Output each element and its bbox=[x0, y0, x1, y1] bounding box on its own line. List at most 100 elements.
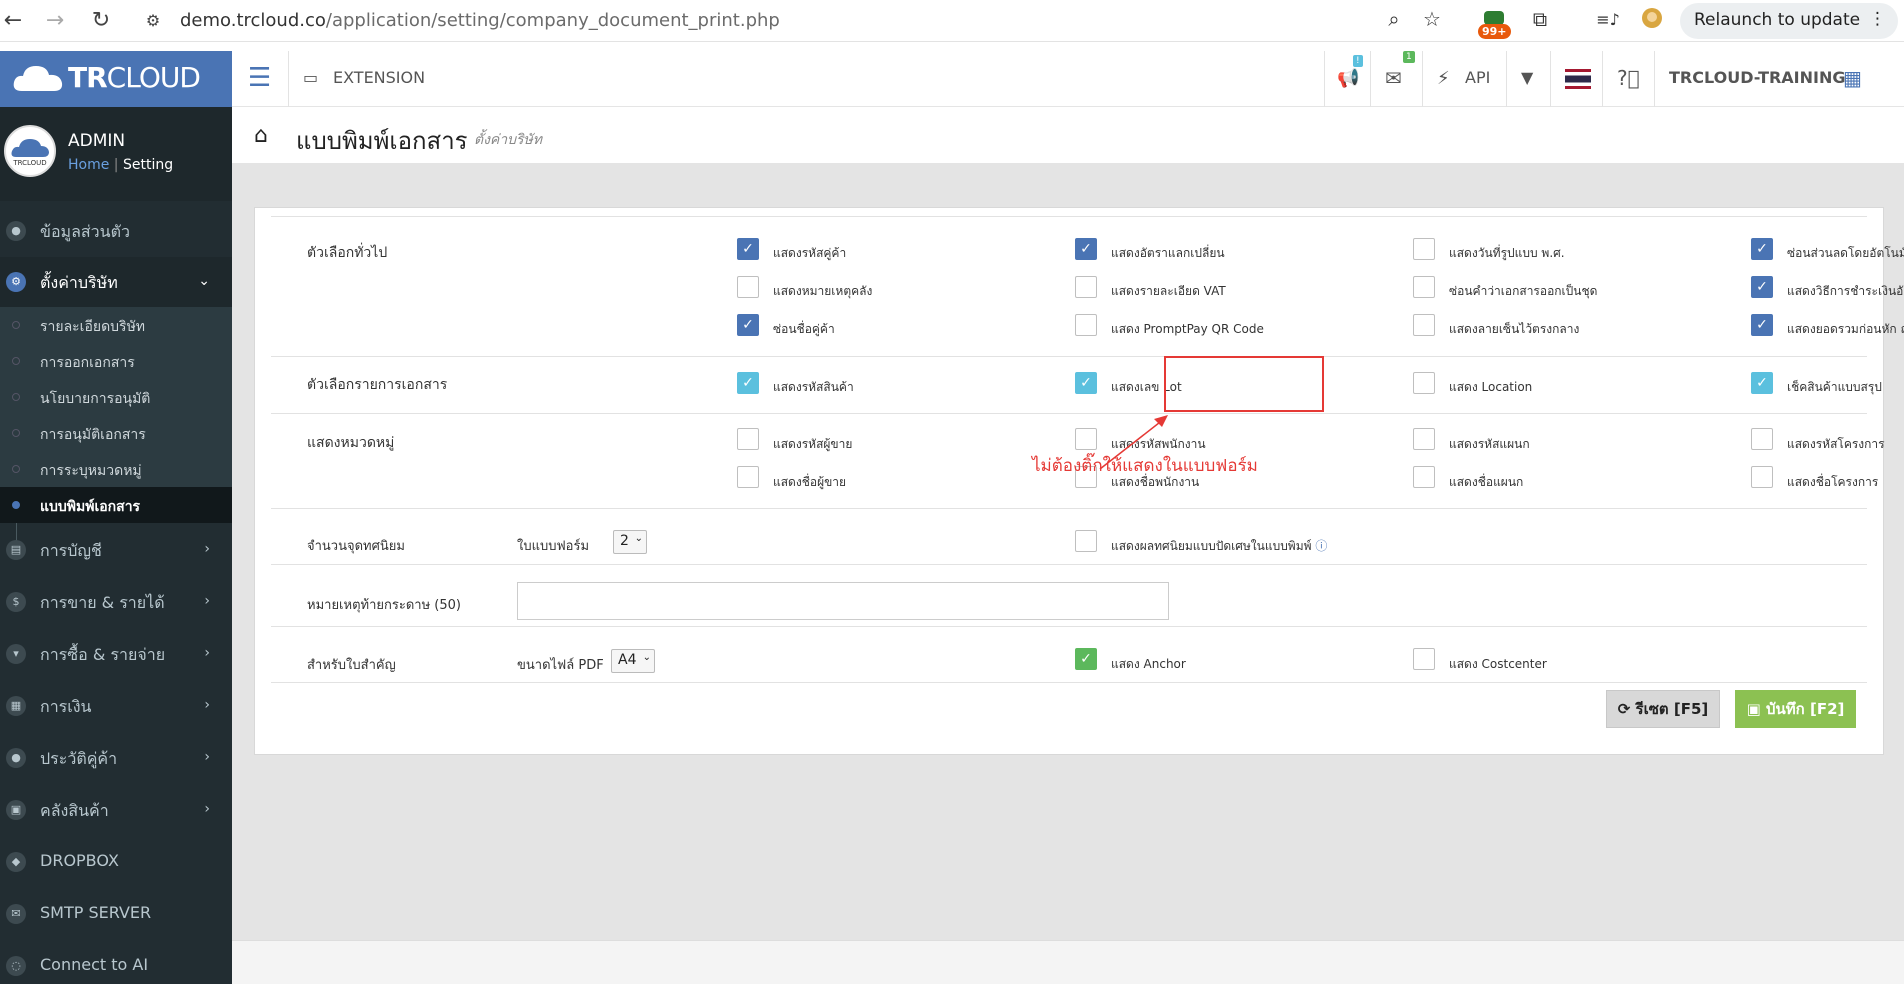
chevron-right-icon: › bbox=[204, 541, 210, 557]
pdf-size-select[interactable]: A4 ⌄ bbox=[611, 649, 655, 673]
general-option-checkbox[interactable] bbox=[1413, 276, 1435, 298]
general-option-checkbox[interactable]: ✓ bbox=[1751, 314, 1773, 336]
decimal-form-label: ใบแบบฟอร์ม bbox=[517, 539, 590, 554]
general-option-checkbox[interactable] bbox=[1413, 314, 1435, 336]
sidebar-item-partners[interactable]: ● ประวัติคู่ค้า › bbox=[0, 733, 232, 783]
sidebar-item-sales[interactable]: $ การขาย & รายได้ › bbox=[0, 577, 232, 627]
footer-note-input[interactable] bbox=[517, 582, 1169, 620]
sidebar-item-profile[interactable]: ● ข้อมูลส่วนตัว bbox=[0, 206, 232, 256]
divider bbox=[271, 682, 1867, 683]
sidebar-item-company-settings[interactable]: ⚙ ตั้งค่าบริษัท ⌄ bbox=[0, 257, 232, 307]
sidebar-item-inventory[interactable]: ▣ คลังสินค้า › bbox=[0, 785, 232, 835]
sidebar-item-smtp[interactable]: ✉ SMTP SERVER bbox=[0, 889, 232, 939]
category-option-checkbox[interactable] bbox=[1413, 466, 1435, 488]
general-option-checkbox[interactable]: ✓ bbox=[1751, 238, 1773, 260]
sidebar-item-finance[interactable]: ▦ การเงิน › bbox=[0, 681, 232, 731]
reset-button[interactable]: ⟳ รีเซต [F5] bbox=[1606, 690, 1720, 728]
general-option-checkbox[interactable] bbox=[1075, 276, 1097, 298]
general-option-checkbox[interactable] bbox=[737, 276, 759, 298]
general-option-checkbox[interactable] bbox=[1413, 238, 1435, 260]
bookmark-star-icon[interactable]: ☆ bbox=[1418, 7, 1446, 31]
relaunch-button[interactable]: Relaunch to update ⋮ bbox=[1680, 3, 1898, 39]
crumb-home-link[interactable]: Home bbox=[68, 157, 109, 173]
site-settings-icon[interactable]: ⚙ bbox=[140, 11, 166, 30]
address-bar[interactable]: demo.trcloud.co/application/setting/comp… bbox=[180, 10, 780, 31]
messages-button[interactable]: ✉ 1 bbox=[1370, 51, 1422, 107]
sidebar-item-label: ตั้งค่าบริษัท bbox=[40, 273, 118, 292]
dropdown-button[interactable]: ▼ bbox=[1506, 51, 1550, 107]
api-button[interactable]: ⚡ API bbox=[1422, 51, 1506, 107]
menu-toggle-button[interactable]: ☰ bbox=[232, 51, 288, 107]
back-icon[interactable]: ← bbox=[0, 8, 26, 33]
kebab-menu-icon[interactable]: ⋮ bbox=[1869, 9, 1886, 29]
language-button[interactable] bbox=[1550, 51, 1602, 107]
extension-label: EXTENSION bbox=[333, 68, 426, 87]
decimal-select[interactable]: 2 ⌄ bbox=[613, 530, 647, 554]
avatar: TRCLOUD bbox=[4, 125, 56, 177]
page-subtitle: ตั้งค่าบริษัท bbox=[474, 132, 543, 148]
decimal-value: 2 bbox=[620, 533, 629, 549]
save-button[interactable]: ▣ บันทึก [F2] bbox=[1735, 690, 1856, 728]
category-option-label: แสดงรหัสโครงการ bbox=[1787, 437, 1885, 451]
general-option-label: ซ่อนคำว่าเอกสารออกเป็นชุด bbox=[1449, 284, 1598, 298]
show-anchor-checkbox[interactable]: ✓ bbox=[1075, 648, 1097, 670]
general-option-checkbox[interactable]: ✓ bbox=[737, 238, 759, 260]
general-option-label: แสดง PromptPay QR Code bbox=[1111, 322, 1264, 336]
chevron-right-icon: › bbox=[204, 749, 210, 765]
reload-icon[interactable]: ↻ bbox=[88, 8, 114, 33]
general-option-label: แสดงลายเซ็นไว้ตรงกลาง bbox=[1449, 322, 1580, 336]
general-option-checkbox[interactable]: ✓ bbox=[1075, 238, 1097, 260]
zoom-icon[interactable]: ⌕ bbox=[1380, 7, 1408, 31]
sidebar-sub-company-details[interactable]: รายละเอียดบริษัท bbox=[0, 307, 232, 343]
category-option-label: แสดงชื่อผู้ขาย bbox=[773, 475, 847, 489]
show-location-checkbox[interactable] bbox=[1413, 372, 1435, 394]
rounded-decimal-checkbox[interactable] bbox=[1075, 530, 1097, 552]
box-icon: ▣ bbox=[6, 800, 26, 820]
sidebar-sub-print-forms[interactable]: แบบพิมพ์เอกสาร bbox=[0, 487, 232, 523]
category-option-checkbox[interactable] bbox=[737, 466, 759, 488]
sidebar-item-dropbox[interactable]: ◆ DROPBOX bbox=[0, 837, 232, 887]
general-option-checkbox[interactable]: ✓ bbox=[737, 314, 759, 336]
chevron-right-icon: › bbox=[204, 697, 210, 713]
category-option-label: แสดงรหัสผู้ขาย bbox=[773, 437, 853, 451]
general-option-checkbox[interactable]: ✓ bbox=[1751, 276, 1773, 298]
puzzle-icon[interactable]: ⧉ bbox=[1526, 7, 1554, 31]
category-option-checkbox[interactable] bbox=[737, 428, 759, 450]
sidebar-item-accounting[interactable]: ▤ การบัญชี › bbox=[0, 525, 232, 575]
doc-option-checkbox[interactable]: ✓ bbox=[1075, 372, 1097, 394]
sidebar-sub-categories[interactable]: การระบุหมวดหมู่ bbox=[0, 451, 232, 487]
doc-option-checkbox[interactable]: ✓ bbox=[1751, 372, 1773, 394]
help-button[interactable]: ?⃝ bbox=[1602, 51, 1654, 107]
profile-icon[interactable] bbox=[1638, 7, 1666, 34]
home-icon[interactable]: ⌂ bbox=[254, 123, 268, 148]
general-option-label: แสดงอัตราแลกเปลี่ยน bbox=[1111, 246, 1225, 260]
sidebar-sub-document-issue[interactable]: การออกเอกสาร bbox=[0, 343, 232, 379]
media-icon[interactable]: ≡♪ bbox=[1594, 10, 1622, 29]
sidebar-item-purchases[interactable]: ▾ การซื้อ & รายจ่าย › bbox=[0, 629, 232, 679]
general-option-checkbox[interactable] bbox=[1075, 314, 1097, 336]
caret-down-icon: ▼ bbox=[1521, 68, 1534, 87]
doc-option-checkbox[interactable]: ✓ bbox=[737, 372, 759, 394]
envelope-icon: ✉ bbox=[6, 904, 26, 924]
category-option-checkbox[interactable] bbox=[1751, 466, 1773, 488]
forward-icon[interactable]: → bbox=[42, 8, 68, 33]
company-button[interactable]: TRCLOUD-TRAINING ▦ bbox=[1654, 51, 1904, 107]
brand-logo[interactable]: TRCLOUD bbox=[0, 51, 232, 107]
divider bbox=[271, 356, 1867, 357]
show-costcenter-checkbox[interactable] bbox=[1413, 648, 1435, 670]
announcement-button[interactable]: 📢! bbox=[1324, 51, 1370, 107]
general-option-label: ซ่อนส่วนลดโดยอัตโนมัติ bbox=[1787, 246, 1904, 260]
important-label: สำหรับใบสำคัญ bbox=[307, 658, 396, 673]
user-icon: ● bbox=[6, 748, 26, 768]
category-option-checkbox[interactable] bbox=[1413, 428, 1435, 450]
save-label: บันทึก [F2] bbox=[1766, 700, 1845, 718]
sidebar-sub-document-approval[interactable]: การอนุมัติเอกสาร bbox=[0, 415, 232, 451]
doc-option-label: แสดงรหัสสินค้า bbox=[773, 380, 854, 394]
sidebar-item-connect-ai[interactable]: ◌ Connect to AI bbox=[0, 941, 232, 984]
category-option-checkbox[interactable] bbox=[1751, 428, 1773, 450]
sidebar-sub-approval-policy[interactable]: นโยบายการอนุมัติ bbox=[0, 379, 232, 415]
crumb-separator: | bbox=[113, 157, 119, 173]
gear-icon: ⚙ bbox=[6, 272, 26, 292]
sidebar-item-label: การซื้อ & รายจ่าย bbox=[40, 645, 166, 664]
extension-button[interactable]: ▭ EXTENSION bbox=[288, 51, 440, 107]
